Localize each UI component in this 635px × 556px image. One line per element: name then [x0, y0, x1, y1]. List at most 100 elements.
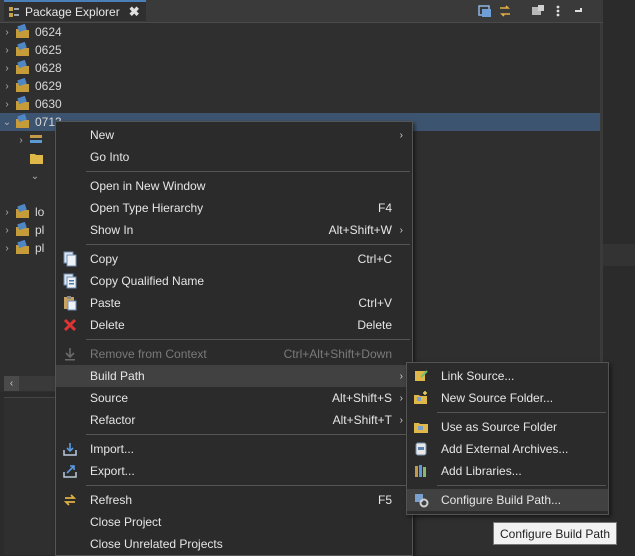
submenu-arrow-icon: › [399, 370, 403, 382]
menu-item-add-external-archives[interactable]: Add External Archives... [407, 438, 608, 460]
delete-icon [63, 318, 77, 332]
library-icon [30, 135, 42, 143]
menu-item-label: Remove from Context [90, 347, 207, 361]
menu-item-copy[interactable]: Copy Ctrl+C [56, 248, 412, 270]
remove-context-icon [65, 348, 75, 361]
collapse-arrow-icon[interactable]: ⌄ [28, 171, 42, 182]
tree-item-project[interactable]: › 0629 [0, 77, 600, 95]
view-tab-bar: Package Explorer ✖ [0, 0, 603, 23]
view-menu-icon[interactable] [550, 3, 566, 19]
menu-item-shortcut: F4 [377, 201, 392, 215]
use-as-source-folder-icon [414, 423, 428, 433]
menu-item-paste[interactable]: Paste Ctrl+V [56, 292, 412, 314]
context-menu: New › Go Into Open in New Window Open Ty… [55, 121, 413, 556]
menu-item-new[interactable]: New › [56, 124, 412, 146]
menu-item-label: Import... [90, 442, 135, 456]
menu-separator [437, 485, 606, 486]
menu-item-open-in-new-window[interactable]: Open in New Window [56, 175, 412, 197]
close-icon[interactable]: ✖ [129, 4, 140, 20]
menu-item-show-in[interactable]: Show In Alt+Shift+W › [56, 219, 412, 241]
menu-item-close-unrelated-projects[interactable]: Close Unrelated Projects [56, 533, 412, 555]
tree-item-project[interactable]: › 0628 [0, 59, 600, 77]
menu-item-shortcut: Delete [357, 318, 392, 332]
submenu-arrow-icon: › [399, 224, 403, 236]
expand-arrow-icon[interactable]: › [0, 27, 14, 38]
menu-item-label: Add Libraries... [441, 464, 522, 478]
java-project-icon [16, 42, 29, 56]
link-source-icon [415, 370, 428, 381]
scroll-left-icon[interactable]: ‹ [4, 376, 19, 391]
menu-item-close-project[interactable]: Close Project [56, 511, 412, 533]
expand-arrow-icon[interactable]: › [14, 135, 28, 146]
menu-item-label: New [90, 128, 115, 142]
expand-arrow-icon[interactable]: › [0, 99, 14, 110]
minimize-icon[interactable] [570, 3, 586, 19]
project-label: pl [35, 223, 45, 237]
menu-item-source[interactable]: Source Alt+Shift+S › [56, 387, 412, 409]
menu-item-label: Export... [90, 464, 135, 478]
collapse-arrow-icon[interactable]: ⌄ [0, 117, 14, 128]
java-project-icon [16, 24, 29, 38]
menu-item-label: Show In [90, 223, 134, 237]
menu-item-label: Copy Qualified Name [90, 274, 205, 288]
tab-title: Package Explorer [25, 4, 120, 19]
tab-package-explorer[interactable]: Package Explorer ✖ [4, 0, 146, 21]
menu-item-shortcut: Alt+Shift+W [328, 223, 392, 237]
link-with-editor-icon[interactable] [497, 3, 513, 19]
menu-item-shortcut: Alt+Shift+T [332, 413, 392, 427]
submenu-arrow-icon: › [399, 129, 403, 141]
menu-item-link-source[interactable]: Link Source... [407, 365, 608, 387]
menu-item-label: Refresh [90, 493, 133, 507]
tree-item-project[interactable]: › 0630 [0, 95, 600, 113]
menu-item-label: Use as Source Folder [441, 420, 558, 434]
menu-separator [86, 485, 410, 486]
menu-item-refresh[interactable]: Refresh F5 [56, 489, 412, 511]
filters-icon[interactable] [530, 3, 546, 19]
menu-item-delete[interactable]: Delete Delete [56, 314, 412, 336]
project-label: pl [35, 241, 45, 255]
expand-arrow-icon[interactable]: › [0, 243, 14, 254]
new-source-folder-icon [414, 391, 427, 404]
menu-item-import[interactable]: Import... [56, 438, 412, 460]
menu-item-open-type-hierarchy[interactable]: Open Type Hierarchy F4 [56, 197, 412, 219]
export-icon [63, 465, 77, 478]
expand-arrow-icon[interactable]: › [0, 225, 14, 236]
project-label: 0625 [35, 43, 62, 57]
menu-item-use-as-source-folder[interactable]: Use as Source Folder [407, 416, 608, 438]
menu-item-export[interactable]: Export... [56, 460, 412, 482]
menu-item-shortcut: F5 [377, 493, 392, 507]
expand-arrow-icon[interactable]: › [0, 81, 14, 92]
menu-item-configure-build-path[interactable]: Configure Build Path... [407, 489, 608, 511]
expand-arrow-icon[interactable]: › [0, 207, 14, 218]
menu-item-label: Open in New Window [90, 179, 206, 193]
java-project-icon [16, 60, 29, 74]
menu-item-build-path[interactable]: Build Path › [56, 365, 412, 387]
menu-item-remove-from-context: Remove from Context Ctrl+Alt+Shift+Down [56, 343, 412, 365]
submenu-arrow-icon: › [399, 392, 403, 404]
configure-build-path-icon [415, 494, 429, 508]
java-project-icon [16, 204, 29, 218]
menu-item-refactor[interactable]: Refactor Alt+Shift+T › [56, 409, 412, 431]
expand-arrow-icon[interactable]: › [0, 45, 14, 56]
expand-arrow-icon[interactable]: › [0, 63, 14, 74]
menu-item-label: Configure Build Path... [441, 493, 562, 507]
menu-separator [86, 171, 410, 172]
project-label: 0628 [35, 61, 62, 75]
menu-item-add-libraries[interactable]: Add Libraries... [407, 460, 608, 482]
import-icon [63, 443, 77, 456]
menu-item-go-into[interactable]: Go Into [56, 146, 412, 168]
java-project-icon [16, 78, 29, 92]
package-explorer-icon [9, 6, 19, 17]
menu-item-shortcut: Ctrl+Alt+Shift+Down [283, 347, 392, 361]
menu-item-new-source-folder[interactable]: New Source Folder... [407, 387, 608, 409]
tree-item-project[interactable]: › 0625 [0, 41, 600, 59]
add-external-archives-icon [415, 442, 427, 456]
menu-item-label: Close Unrelated Projects [90, 537, 223, 551]
menu-item-copy-qualified-name[interactable]: Copy Qualified Name [56, 270, 412, 292]
collapse-all-icon[interactable] [477, 3, 493, 19]
tree-item-project[interactable]: › 0624 [0, 23, 600, 41]
menu-item-label: Build Path [90, 369, 145, 383]
build-path-submenu: Link Source... New Source Folder... Use … [406, 362, 609, 515]
java-project-icon [16, 96, 29, 110]
menu-separator [437, 412, 606, 413]
